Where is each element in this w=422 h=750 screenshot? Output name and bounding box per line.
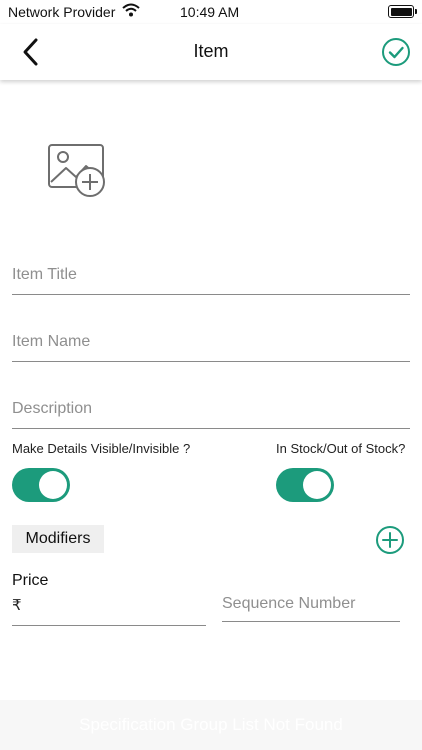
wifi-icon xyxy=(122,3,140,22)
toggle-knob xyxy=(39,471,67,499)
price-label: Price xyxy=(12,572,49,589)
status-bar: Network Provider 10:49 AM xyxy=(0,0,422,24)
carrier-name: Network Provider xyxy=(8,4,116,20)
description-field[interactable] xyxy=(12,381,410,429)
details-visible-label: Make Details Visible/Invisible ? xyxy=(12,441,191,456)
item-name-input[interactable] xyxy=(12,333,410,351)
currency-symbol: ₹ xyxy=(12,597,22,614)
item-title-field[interactable] xyxy=(12,247,410,295)
item-name-field[interactable] xyxy=(12,314,410,362)
sequence-number-input[interactable] xyxy=(222,595,400,613)
battery-icon xyxy=(388,5,417,18)
sequence-number-field[interactable] xyxy=(222,588,400,622)
details-visible-toggle[interactable] xyxy=(12,468,70,502)
plus-circle-icon xyxy=(376,526,404,554)
description-input[interactable] xyxy=(12,400,410,418)
check-circle-icon xyxy=(382,38,410,66)
modifiers-label: Modifiers xyxy=(12,525,104,553)
add-image-icon xyxy=(48,144,105,197)
price-field[interactable]: ₹ xyxy=(12,594,206,626)
add-modifier-button[interactable] xyxy=(375,525,405,555)
toggle-knob xyxy=(303,471,331,499)
page-title: Item xyxy=(193,41,229,61)
status-time: 10:49 AM xyxy=(180,4,240,20)
empty-state-message: Specification Group List Not Found xyxy=(79,715,343,734)
in-stock-toggle[interactable] xyxy=(276,468,334,502)
save-button[interactable] xyxy=(380,36,412,68)
add-image-button[interactable] xyxy=(46,142,108,200)
nav-bar: Item xyxy=(0,24,422,80)
item-title-input[interactable] xyxy=(12,266,410,284)
in-stock-label: In Stock/Out of Stock? xyxy=(276,441,406,456)
footer-banner: Specification Group List Not Found xyxy=(0,700,422,750)
